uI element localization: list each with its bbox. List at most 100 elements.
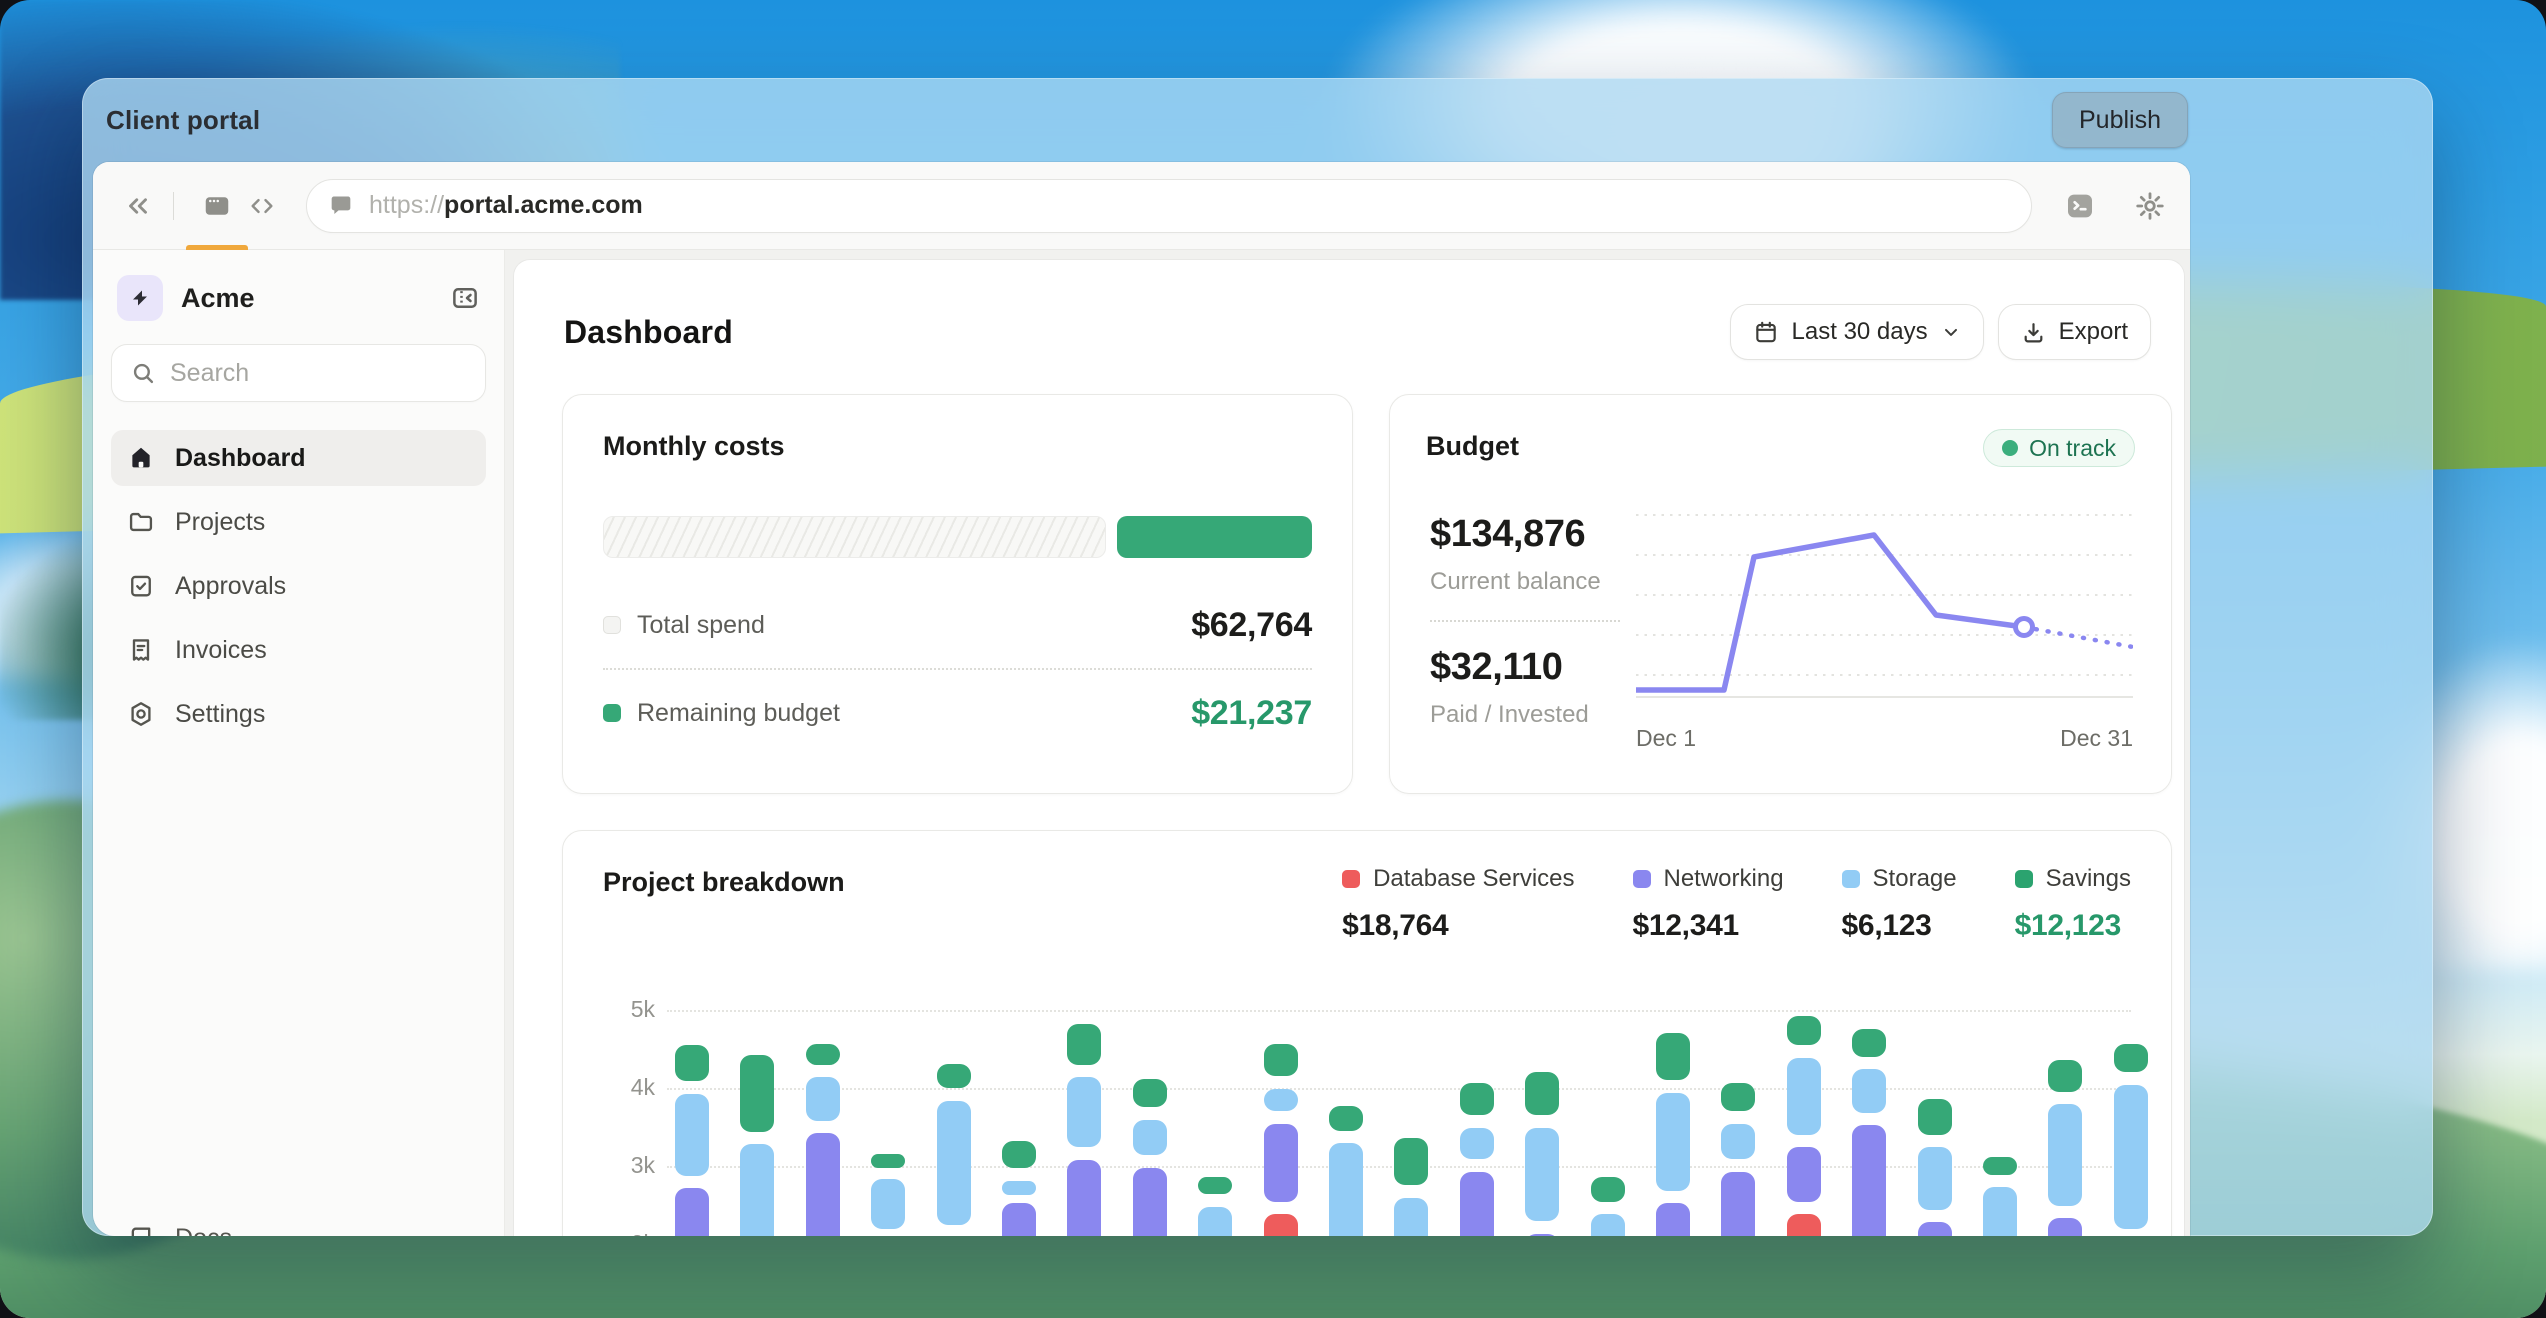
- bar-segment: [1264, 1089, 1298, 1112]
- legend-swatch-icon: [1633, 870, 1651, 888]
- browser-toolbar: https://portal.acme.com: [93, 162, 2190, 250]
- dotted-divider: [1430, 620, 1620, 622]
- y-axis-tick: 5k: [603, 996, 655, 1023]
- download-icon: [2021, 320, 2046, 345]
- search-input[interactable]: Search: [111, 344, 486, 402]
- gridline: [667, 1088, 2131, 1090]
- sidebar-item-label: Invoices: [175, 636, 267, 665]
- sidebar-item-docs[interactable]: Docs: [111, 1210, 486, 1236]
- search-icon: [130, 360, 156, 386]
- gridline: [667, 1010, 2131, 1012]
- legend-swatch-icon: [1342, 870, 1360, 888]
- bar-segment: [1983, 1157, 2017, 1175]
- export-button[interactable]: Export: [1998, 304, 2151, 360]
- green-swatch: [603, 704, 621, 722]
- y-axis-tick: 3k: [603, 1152, 655, 1179]
- browser-tab-icon[interactable]: [194, 162, 240, 250]
- sidebar-item-invoices[interactable]: Invoices: [111, 622, 486, 678]
- main-area: Dashboard Last 30 days Export: [505, 250, 2190, 1236]
- row-value: $21,237: [1191, 694, 1312, 733]
- bar-segment: [1329, 1106, 1363, 1131]
- bar-segment: [1656, 1033, 1690, 1081]
- status-dot-icon: [2002, 440, 2018, 456]
- legend-label: Database Services: [1373, 865, 1574, 893]
- code-icon[interactable]: [240, 162, 284, 250]
- url-host: portal.acme.com: [444, 191, 643, 220]
- sidebar-item-label: Settings: [175, 700, 265, 729]
- bar-segment: [1787, 1058, 1821, 1135]
- sidebar-item-label: Projects: [175, 508, 265, 537]
- bar-segment: [1852, 1125, 1886, 1236]
- stacked-bar-chart: 5k4k3k2k: [603, 971, 2131, 1236]
- url-address-bar[interactable]: https://portal.acme.com: [306, 179, 2032, 233]
- bar-segment: [806, 1133, 840, 1236]
- monthly-costs-card: Monthly costs Total spend $62,7: [562, 394, 1353, 794]
- bar-segment: [1133, 1120, 1167, 1155]
- bar-segment: [2048, 1104, 2082, 1205]
- date-range-button[interactable]: Last 30 days: [1730, 304, 1984, 360]
- calendar-icon: [1753, 319, 1779, 345]
- bar-segment: [740, 1144, 774, 1236]
- bar-segment: [1067, 1160, 1101, 1236]
- bar-segment: [2114, 1044, 2148, 1072]
- app-window: Client portal Publish https://port: [82, 78, 2433, 1236]
- main-panel: Dashboard Last 30 days Export: [514, 260, 2184, 1236]
- toolbar-divider: [173, 192, 174, 220]
- card-title: Monthly costs: [603, 431, 1312, 462]
- legend-label: Networking: [1664, 865, 1784, 893]
- sidebar-item-settings[interactable]: Settings: [111, 686, 486, 742]
- bar-segment: [1656, 1203, 1690, 1236]
- bar-segment: [1002, 1203, 1036, 1236]
- bar-segment: [871, 1179, 905, 1230]
- sidebar: Acme Search Dashboard Projects Approvals In…: [93, 250, 505, 1236]
- bar-segment: [1002, 1181, 1036, 1195]
- date-range-label: Last 30 days: [1792, 318, 1928, 346]
- window-titlebar: Client portal Publish: [82, 78, 2433, 162]
- bar-segment: [1918, 1222, 1952, 1236]
- org-name: Acme: [181, 283, 450, 314]
- sidebar-item-approvals[interactable]: Approvals: [111, 558, 486, 614]
- bar-segment: [675, 1045, 709, 1081]
- sidebar-item-label: Docs: [175, 1224, 232, 1237]
- bar-segment: [1787, 1147, 1821, 1202]
- publish-button[interactable]: Publish: [2052, 92, 2188, 148]
- bar-segment: [806, 1077, 840, 1121]
- budget-card: Budget On track $134,876 Current balance: [1389, 394, 2172, 794]
- search-placeholder: Search: [170, 359, 249, 388]
- bar-segment: [1329, 1143, 1363, 1236]
- receipt-icon: [127, 636, 155, 664]
- chart-legend: Database Services$18,764Networking$12,34…: [1342, 865, 2131, 943]
- bar-segment: [1983, 1187, 2017, 1236]
- row-label: Remaining budget: [637, 699, 840, 728]
- collapse-sidebar-icon[interactable]: [450, 283, 480, 313]
- sidebar-item-projects[interactable]: Projects: [111, 494, 486, 550]
- bar-segment: [2048, 1060, 2082, 1092]
- project-breakdown-card: Project breakdown Database Services$18,7…: [562, 830, 2172, 1236]
- browser-chrome: https://portal.acme.com: [93, 162, 2190, 1236]
- legend-value: $6,123: [1842, 909, 1957, 943]
- legend-label: Storage: [1873, 865, 1957, 893]
- terminal-icon[interactable]: [2064, 190, 2096, 222]
- chevrons-left-icon[interactable]: [123, 191, 153, 221]
- settings-icon: [127, 700, 155, 728]
- bar-segment: [806, 1044, 840, 1064]
- bar-segment: [1721, 1124, 1755, 1159]
- folder-icon: [127, 508, 155, 536]
- status-badge: On track: [1983, 429, 2135, 467]
- bar-segment: [1264, 1044, 1298, 1076]
- gear-icon[interactable]: [2134, 190, 2166, 222]
- url-scheme: https://: [369, 191, 444, 220]
- bar-segment: [1002, 1141, 1036, 1168]
- bar-segment: [871, 1154, 905, 1168]
- legend-item: Database Services$18,764: [1342, 865, 1574, 943]
- y-axis-tick: 2k: [603, 1230, 655, 1236]
- total-spend-row: Total spend $62,764: [603, 602, 1312, 648]
- bar-segment: [937, 1064, 971, 1088]
- bar-segment: [1721, 1083, 1755, 1111]
- legend-swatch-icon: [2015, 870, 2033, 888]
- bar-segment: [1852, 1069, 1886, 1113]
- sidebar-item-dashboard[interactable]: Dashboard: [111, 430, 486, 486]
- bar-segment: [1656, 1093, 1690, 1191]
- bar-segment: [1394, 1198, 1428, 1236]
- sidebar-nav: Dashboard Projects Approvals Invoices Settin…: [111, 430, 486, 742]
